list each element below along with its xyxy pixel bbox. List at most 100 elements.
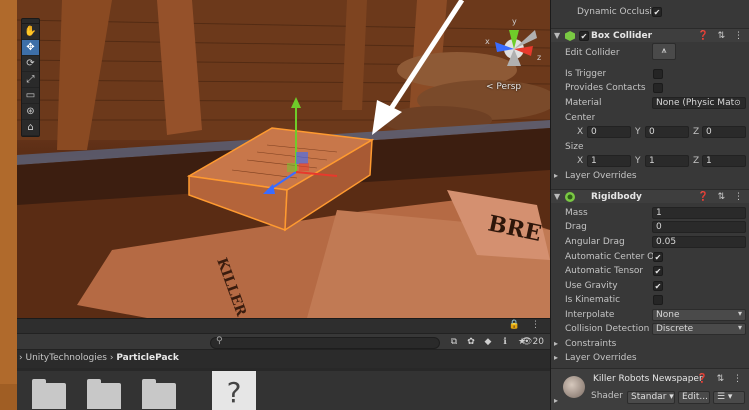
project-panel-header: 🔒 ⋮ — [17, 319, 550, 333]
size-x-axis-label: X — [577, 156, 584, 166]
is-trigger-label: Is Trigger — [565, 69, 607, 79]
move-tool-icon[interactable]: ✥ — [22, 40, 39, 56]
auto-tensor-row: Automatic Tensor ✔ — [551, 264, 749, 278]
collapse-arrow-icon[interactable]: ▸ — [554, 337, 558, 351]
edit-collider-icon[interactable]: ⩚ — [652, 43, 676, 60]
angular-drag-field[interactable]: 0.05 — [652, 236, 746, 248]
folder-icon[interactable] — [87, 379, 121, 409]
auto-tensor-checkbox[interactable]: ✔ — [653, 266, 663, 276]
component-menu-icons[interactable]: ❓ ⇅ ⋮ — [698, 190, 746, 204]
projection-toggle[interactable]: < Persp — [486, 82, 521, 92]
expand-arrow-icon[interactable]: ▼ — [554, 190, 560, 204]
size-z-field[interactable]: 1 — [702, 155, 746, 167]
shader-list-icon[interactable]: ☰ ▾ — [713, 391, 745, 404]
component-menu-icons[interactable]: ❓ ⇅ ⋮ — [698, 29, 746, 43]
center-xyz-row: X 0 Y 0 Z 0 — [551, 125, 749, 139]
collapse-arrow-icon[interactable]: ▸ — [554, 169, 558, 183]
rigidbody-title: Rigidbody — [591, 192, 642, 202]
folder-icon[interactable] — [142, 379, 176, 409]
shader-label: Shader — [591, 391, 623, 401]
collision-detection-label: Collision Detection — [565, 324, 650, 334]
label-filter-icon[interactable]: ◆ — [481, 336, 495, 349]
auto-center-row: Automatic Center Of ✔ — [551, 250, 749, 264]
size-x-field[interactable]: 1 — [587, 155, 631, 167]
breadcrumb-unitytechnologies[interactable]: UnityTechnologies — [25, 353, 106, 363]
scale-tool-icon[interactable]: ⤢ — [22, 72, 39, 88]
search-icon: ⚲ — [216, 336, 223, 346]
inspector-panel: Dynamic Occlusic ✔ ▼ ✔ Box Collider ❓ ⇅ … — [550, 0, 749, 410]
edit-collider-row: Edit Collider ⩚ — [551, 43, 749, 60]
layer-overrides-label: Layer Overrides — [565, 353, 637, 363]
object-picker-icon[interactable]: ⊙ — [734, 96, 741, 110]
auto-tensor-label: Automatic Tensor — [565, 266, 644, 276]
interpolate-dropdown[interactable]: None ▾ — [652, 309, 746, 321]
is-kinematic-row: Is Kinematic — [551, 293, 749, 307]
material-row: Material None (Physic Mat ⊙ — [551, 96, 749, 110]
provides-contacts-row: Provides Contacts — [551, 81, 749, 95]
size-label: Size — [565, 142, 584, 152]
material-label: Material — [565, 98, 602, 108]
rotate-tool-icon[interactable]: ⟳ — [22, 56, 39, 72]
rigidbody-layer-overrides[interactable]: ▸ Layer Overrides — [551, 351, 749, 365]
center-x-field[interactable]: 0 — [587, 126, 631, 138]
drag-label: Drag — [565, 222, 587, 232]
center-z-field[interactable]: 0 — [702, 126, 746, 138]
box-collider-header[interactable]: ▼ ✔ Box Collider ❓ ⇅ ⋮ — [551, 28, 749, 42]
scene-filter-icon[interactable]: ⧉ — [447, 336, 461, 349]
center-y-field[interactable]: 0 — [645, 126, 689, 138]
box-collider-enabled-checkbox[interactable]: ✔ — [579, 31, 589, 41]
collision-detection-dropdown[interactable]: Discrete ▾ — [652, 323, 746, 335]
provides-contacts-checkbox[interactable] — [653, 83, 663, 93]
scene-render: BRE KILLER RO y x z — [17, 0, 550, 318]
left-frame-border — [0, 0, 17, 410]
custom-tool-icon[interactable]: ⌂ — [22, 120, 39, 136]
angular-drag-label: Angular Drag — [565, 237, 625, 247]
box-collider-layer-overrides[interactable]: ▸ Layer Overrides — [551, 169, 749, 183]
expand-arrow-icon[interactable]: ▸ — [554, 396, 558, 405]
mass-field[interactable]: 1 — [652, 207, 746, 219]
layer-overrides-label: Layer Overrides — [565, 171, 637, 181]
size-z-axis-label: Z — [693, 156, 700, 166]
rigidbody-header[interactable]: ▼ Rigidbody ❓ ⇅ ⋮ — [551, 189, 749, 203]
folder-icon[interactable] — [32, 379, 66, 409]
left-frame-bottom — [0, 384, 17, 410]
box-collider-title: Box Collider — [591, 31, 653, 41]
breadcrumb-particlepack[interactable]: ParticlePack — [116, 353, 179, 363]
project-toolbar: ⚲ ⧉ ✿ ◆ ℹ ★ 👁20 — [17, 333, 550, 350]
chevron-down-icon: ▾ — [737, 323, 742, 332]
is-kinematic-checkbox[interactable] — [653, 295, 663, 305]
rect-tool-icon[interactable]: ▭ — [22, 88, 39, 104]
component-menu-icons[interactable]: ❓ ⇅ ⋮ — [697, 374, 745, 384]
breadcrumb-separator: › — [19, 353, 23, 363]
type-filter-icon[interactable]: ✿ — [464, 336, 478, 349]
shader-edit-button[interactable]: Edit... — [678, 391, 710, 404]
unknown-asset-icon[interactable]: ? — [212, 371, 256, 410]
constraints-row[interactable]: ▸ Constraints — [551, 337, 749, 351]
lock-and-menu-icon[interactable]: 🔒 ⋮ — [509, 320, 544, 330]
use-gravity-checkbox[interactable]: ✔ — [653, 281, 663, 291]
search-input[interactable]: ⚲ — [210, 336, 440, 349]
shader-dropdown[interactable]: Standar ▾ — [627, 391, 675, 404]
edit-collider-label: Edit Collider — [565, 48, 620, 58]
hand-tool-icon[interactable]: ✋ — [22, 24, 39, 40]
size-y-field[interactable]: 1 — [645, 155, 689, 167]
angular-drag-row: Angular Drag 0.05 — [551, 235, 749, 249]
info-icon[interactable]: ℹ — [498, 336, 512, 349]
drag-row: Drag 0 — [551, 220, 749, 234]
hidden-count[interactable]: 👁20 — [521, 337, 544, 347]
size-y-axis-label: Y — [635, 156, 641, 166]
center-label: Center — [565, 113, 596, 123]
tool-palette: ✋ ✥ ⟳ ⤢ ▭ ⊛ ⌂ — [21, 18, 40, 137]
is-trigger-checkbox[interactable] — [653, 69, 663, 79]
collapse-arrow-icon[interactable]: ▸ — [554, 351, 558, 365]
hidden-count-value: 20 — [532, 337, 544, 347]
drag-field[interactable]: 0 — [652, 221, 746, 233]
expand-arrow-icon[interactable]: ▼ — [554, 29, 560, 43]
transform-tool-icon[interactable]: ⊛ — [22, 104, 39, 120]
dynamic-occlusion-checkbox[interactable]: ✔ — [652, 7, 662, 17]
scene-view[interactable]: BRE KILLER RO y x z ✋ ✥ ⟳ ⤢ ▭ ⊛ ⌂ < Pers… — [17, 0, 550, 318]
material-preview-sphere[interactable] — [563, 376, 585, 398]
physic-material-field[interactable]: None (Physic Mat — [652, 97, 746, 109]
auto-center-checkbox[interactable]: ✔ — [653, 252, 663, 262]
is-trigger-row: Is Trigger — [551, 67, 749, 81]
